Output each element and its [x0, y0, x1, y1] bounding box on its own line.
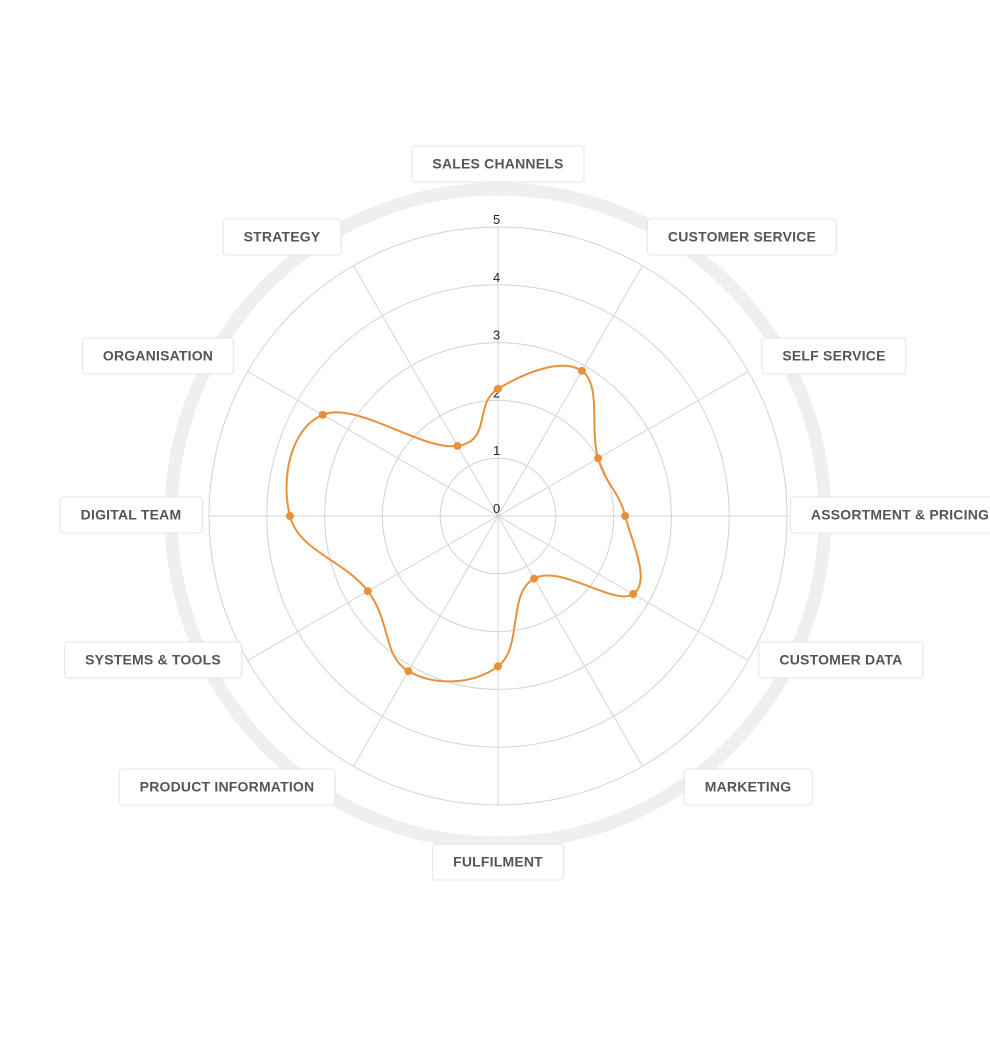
grid-spoke-11	[353, 265, 499, 517]
axis-label-assortment-pricing: ASSORTMENT & PRICING	[789, 496, 990, 534]
data-point-2	[594, 454, 603, 463]
data-point-0	[494, 384, 502, 393]
axis-label-customer-data: CUSTOMER DATA	[758, 641, 924, 679]
tick-label-4: 4	[493, 270, 500, 285]
grid-spoke-8	[247, 515, 499, 661]
data-point-7	[404, 667, 413, 676]
data-point-10	[318, 410, 327, 419]
axis-label-systems-tools: SYSTEMS & TOOLS	[64, 641, 242, 679]
grid-spoke-1	[497, 265, 643, 517]
grid-spoke-4	[497, 515, 749, 661]
tick-label-5: 5	[493, 212, 500, 227]
axis-label-self-service: SELF SERVICE	[761, 337, 907, 375]
data-point-8	[363, 587, 372, 596]
axis-label-fulfilment: FULFILMENT	[432, 843, 564, 881]
axis-label-marketing: MARKETING	[683, 768, 813, 806]
axis-label-customer-service: CUSTOMER SERVICE	[646, 218, 838, 256]
tick-label-3: 3	[493, 328, 500, 343]
data-point-3	[621, 512, 630, 520]
data-point-1	[577, 366, 586, 375]
series-line	[285, 364, 642, 683]
axis-label-product-information: PRODUCT INFORMATION	[118, 768, 336, 806]
axis-label-strategy: STRATEGY	[222, 218, 342, 256]
data-point-6	[494, 662, 502, 671]
grid-spoke-5	[497, 515, 643, 767]
tick-label-1: 1	[493, 443, 500, 458]
axis-label-organisation: ORGANISATION	[81, 337, 235, 375]
tick-label-0: 0	[493, 501, 500, 516]
axis-label-sales-channels: SALES CHANNELS	[411, 145, 585, 183]
grid-spoke-2	[497, 371, 749, 517]
grid-spoke-7	[353, 515, 499, 767]
data-point-4	[629, 590, 638, 599]
data-point-11	[453, 441, 462, 450]
data-point-5	[530, 574, 539, 583]
data-point-9	[285, 512, 294, 520]
axis-label-digital-team: DIGITAL TEAM	[59, 496, 203, 534]
